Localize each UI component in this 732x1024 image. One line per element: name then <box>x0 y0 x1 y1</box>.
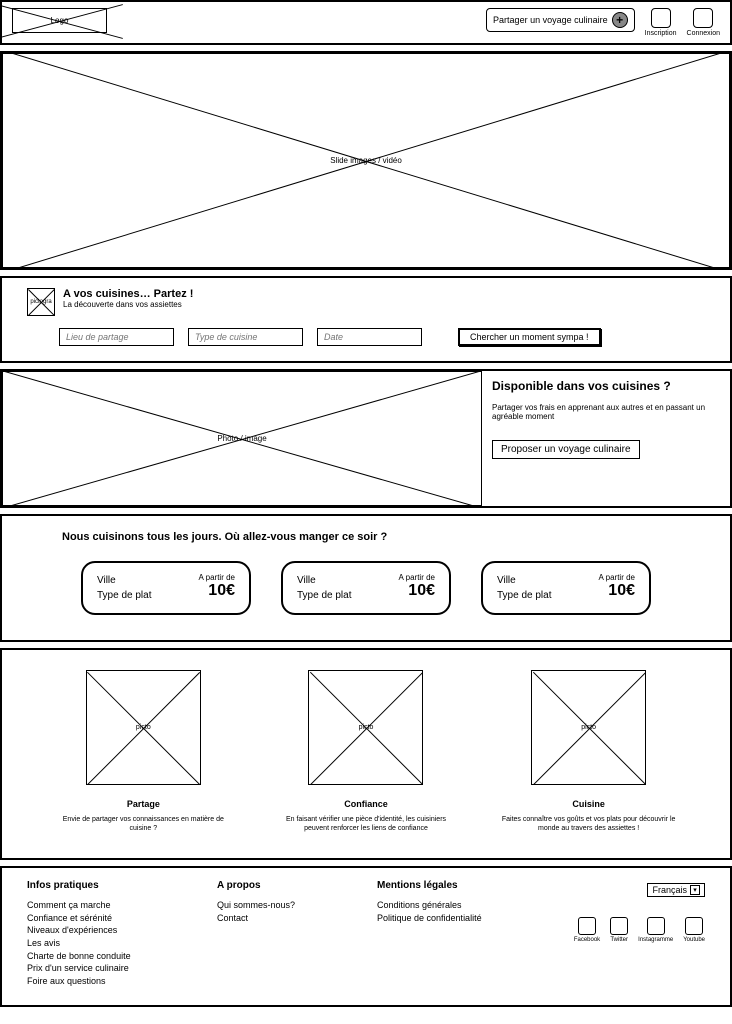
footer-link[interactable]: Les avis <box>27 937 187 950</box>
footer-link[interactable]: Niveaux d'expériences <box>27 924 187 937</box>
promo-section: Photo / image Disponible dans vos cuisin… <box>0 369 732 508</box>
cuisine-type-input[interactable] <box>188 328 303 346</box>
youtube-button[interactable] <box>685 917 703 935</box>
language-selector[interactable]: Français ▾ <box>647 883 705 897</box>
value-title: Confiance <box>276 799 456 809</box>
value-title: Cuisine <box>499 799 679 809</box>
values-section: picto Partage Envie de partager vos conn… <box>0 648 732 860</box>
offers-section: Nous cuisinons tous les jours. Où allez-… <box>0 514 732 642</box>
facebook-button[interactable] <box>578 917 596 935</box>
place-input[interactable] <box>59 328 174 346</box>
value-text: En faisant vérifier une pièce d'identité… <box>276 815 456 833</box>
offer-card[interactable]: VilleType de plat A partir de10€ <box>281 561 451 615</box>
instagram-button[interactable] <box>647 917 665 935</box>
footer-link[interactable]: Politique de confidentialité <box>377 912 527 925</box>
footer-col-legal: Mentions légales Conditions générales Po… <box>377 880 527 987</box>
footer-col-right: Français ▾ Facebook Twitter Instagramme … <box>574 880 705 987</box>
footer-link[interactable]: Conditions générales <box>377 899 527 912</box>
search-title: A vos cuisines… Partez ! <box>63 288 193 300</box>
search-button[interactable]: Chercher un moment sympa ! <box>458 328 601 346</box>
value-item: picto Cuisine Faites connaître vos goûts… <box>499 670 679 833</box>
footer-link[interactable]: Confiance et sérénité <box>27 912 187 925</box>
promo-image: Photo / image <box>2 371 482 506</box>
signup-label: Inscription <box>645 30 677 37</box>
promo-text: Partager vos frais en apprenant aux autr… <box>492 403 720 421</box>
footer-link[interactable]: Comment ça marche <box>27 899 187 912</box>
login-button[interactable] <box>693 8 713 28</box>
logo[interactable]: Logo <box>12 8 107 33</box>
login-label: Connexion <box>687 30 720 37</box>
value-picto-icon: picto <box>531 670 646 785</box>
search-section: pictogra A vos cuisines… Partez ! La déc… <box>0 276 732 363</box>
offer-card[interactable]: VilleType de plat A partir de10€ <box>481 561 651 615</box>
footer-link[interactable]: Foire aux questions <box>27 975 187 988</box>
date-input[interactable] <box>317 328 422 346</box>
header: Logo Partager un voyage culinaire + Insc… <box>0 0 732 45</box>
value-title: Partage <box>53 799 233 809</box>
hero-media: Slide images / vidéo <box>2 53 730 268</box>
search-picto-icon: pictogra <box>27 288 55 316</box>
footer-link[interactable]: Contact <box>217 912 347 925</box>
footer-col-infos: Infos pratiques Comment ça marche Confia… <box>27 880 187 987</box>
hero-section: Slide images / vidéo <box>0 51 732 270</box>
offer-card[interactable]: VilleType de plat A partir de10€ <box>81 561 251 615</box>
footer-link[interactable]: Qui sommes-nous? <box>217 899 347 912</box>
search-subtitle: La découverte dans vos assiettes <box>63 300 193 309</box>
signup-button[interactable] <box>651 8 671 28</box>
share-voyage-button[interactable]: Partager un voyage culinaire + <box>486 8 635 32</box>
value-text: Faites connaître vos goûts et vos plats … <box>499 815 679 833</box>
value-picto-icon: picto <box>308 670 423 785</box>
footer-link[interactable]: Charte de bonne conduite <box>27 950 187 963</box>
value-item: picto Confiance En faisant vérifier une … <box>276 670 456 833</box>
value-text: Envie de partager vos connaissances en m… <box>53 815 233 833</box>
value-picto-icon: picto <box>86 670 201 785</box>
offers-heading: Nous cuisinons tous les jours. Où allez-… <box>62 531 690 543</box>
footer: Infos pratiques Comment ça marche Confia… <box>0 866 732 1007</box>
plus-icon: + <box>612 12 628 28</box>
footer-col-about: A propos Qui sommes-nous? Contact <box>217 880 347 987</box>
value-item: picto Partage Envie de partager vos conn… <box>53 670 233 833</box>
chevron-down-icon: ▾ <box>690 885 700 895</box>
promo-title: Disponible dans vos cuisines ? <box>492 379 720 393</box>
footer-link[interactable]: Prix d'un service culinaire <box>27 962 187 975</box>
propose-voyage-button[interactable]: Proposer un voyage culinaire <box>492 440 640 459</box>
twitter-button[interactable] <box>610 917 628 935</box>
